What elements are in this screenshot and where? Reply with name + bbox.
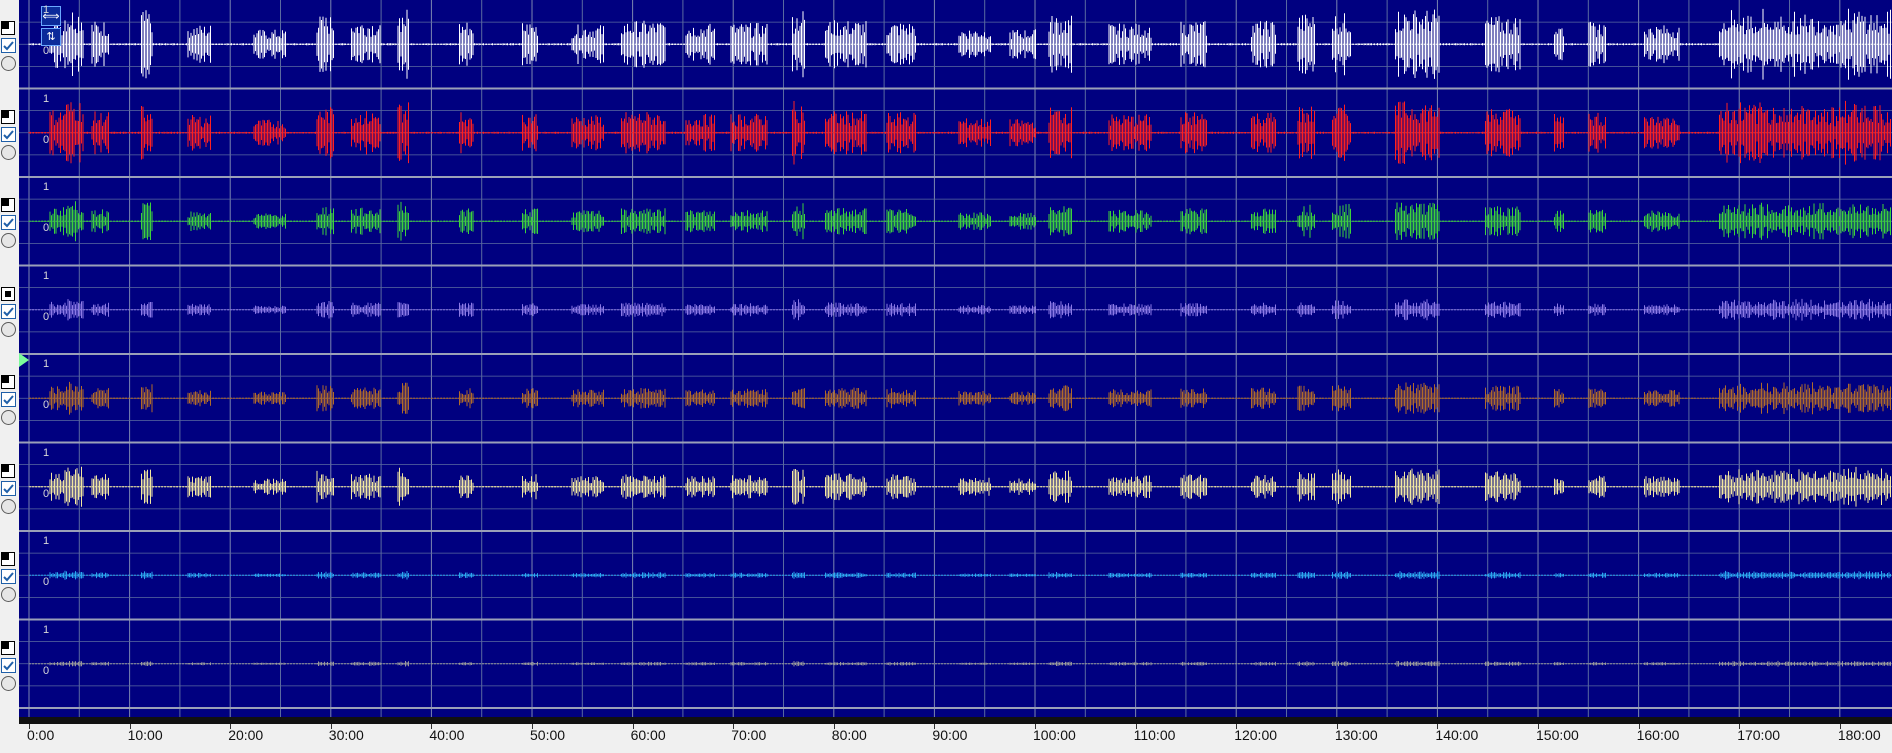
view-mode-icon[interactable] — [1, 21, 15, 35]
timeline-separator — [19, 717, 1892, 724]
scale-max-label: 1 — [43, 358, 50, 370]
time-label: 80:00 — [831, 727, 867, 743]
scale-zero-label: 0 — [43, 664, 50, 677]
radio-icon[interactable] — [1, 675, 16, 691]
checkbox-checked-icon[interactable] — [1, 303, 16, 319]
checkbox-checked-icon[interactable] — [1, 569, 16, 584]
checkbox-checked-icon[interactable] — [1, 215, 16, 230]
scale-max-label: 1 — [43, 92, 50, 105]
time-label: 120:00 — [1234, 727, 1278, 743]
waveform-canvas[interactable] — [19, 0, 1892, 717]
time-label: 90:00 — [932, 727, 968, 743]
scale-zero-label: 0 — [43, 487, 50, 500]
time-label: 60:00 — [630, 727, 666, 743]
radio-icon[interactable] — [1, 144, 16, 160]
play-marker-icon[interactable] — [19, 353, 29, 367]
view-mode-icon[interactable] — [1, 463, 15, 478]
time-label: 70:00 — [731, 727, 767, 743]
time-label: 10:00 — [127, 727, 163, 743]
waveform-plot-area[interactable]: ⟺ ⇅ 1010101010101010 — [19, 0, 1892, 717]
time-label: 110:00 — [1133, 727, 1176, 743]
time-label: 160:00 — [1636, 727, 1680, 743]
radio-icon[interactable] — [1, 410, 16, 425]
scale-zero-label: 0 — [43, 45, 50, 58]
time-axis[interactable]: 0:00 10:00 20:00 30:00 40:00 50:00 60:00 70:00 8… — [19, 724, 1892, 753]
time-label: 140:00 — [1435, 727, 1479, 743]
time-label: 40:00 — [429, 727, 465, 743]
time-label: 0:00 — [27, 727, 55, 743]
radio-icon[interactable] — [1, 498, 16, 514]
radio-icon[interactable] — [1, 233, 16, 248]
scale-zero-label: 0 — [43, 222, 50, 235]
time-label: 130:00 — [1334, 727, 1378, 743]
view-mode-icon[interactable] — [1, 640, 15, 655]
checkbox-checked-icon[interactable] — [1, 392, 16, 407]
radio-icon[interactable] — [1, 56, 16, 71]
checkbox-checked-icon[interactable] — [1, 38, 16, 53]
time-label: 30:00 — [328, 727, 364, 743]
radio-icon[interactable] — [1, 587, 16, 602]
scale-max-label: 1 — [43, 4, 50, 16]
grid — [19, 0, 1892, 717]
scale-zero-label: 0 — [43, 310, 50, 323]
scale-zero-label: 0 — [43, 399, 50, 412]
zoom-vertical-icon[interactable]: ⇅ — [41, 28, 61, 46]
view-mode-icon[interactable] — [1, 375, 15, 389]
view-mode-icon[interactable] — [1, 552, 15, 566]
scale-max-label: 1 — [43, 181, 50, 193]
scale-max-label: 1 — [43, 446, 50, 459]
view-mode-icon[interactable] — [1, 286, 15, 301]
checkbox-checked-icon[interactable] — [1, 126, 16, 142]
time-label: 170:00 — [1737, 727, 1781, 743]
time-label: 180:00 — [1837, 727, 1881, 743]
checkbox-checked-icon[interactable] — [1, 657, 16, 673]
time-label: 150:00 — [1536, 727, 1579, 743]
checkbox-checked-icon[interactable] — [1, 480, 16, 496]
time-label: 20:00 — [228, 727, 264, 743]
scale-max-label: 1 — [43, 269, 50, 282]
radio-icon[interactable] — [1, 321, 16, 337]
view-mode-icon[interactable] — [1, 109, 15, 124]
scale-max-label: 1 — [43, 535, 50, 547]
scale-zero-label: 0 — [43, 133, 50, 146]
time-label: 100:00 — [1033, 727, 1076, 743]
scale-max-label: 1 — [43, 623, 50, 636]
time-label: 50:00 — [530, 727, 566, 743]
scale-zero-label: 0 — [43, 576, 50, 589]
view-mode-icon[interactable] — [1, 198, 15, 212]
